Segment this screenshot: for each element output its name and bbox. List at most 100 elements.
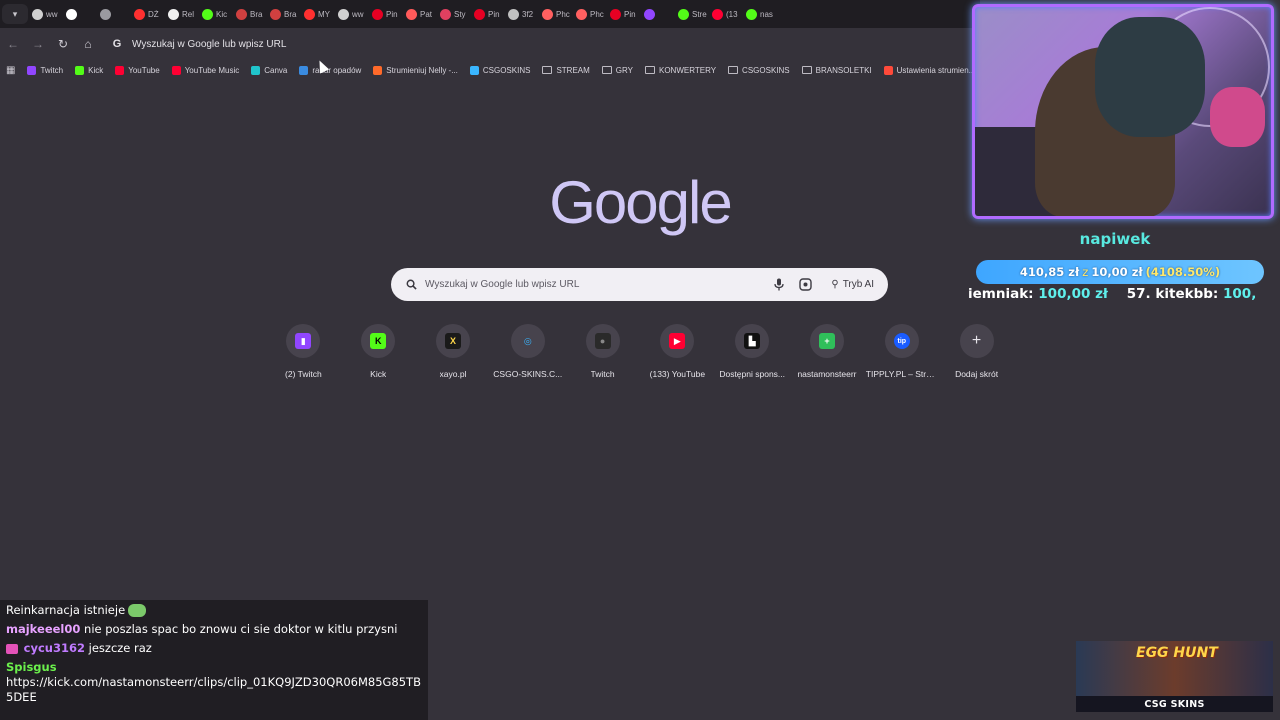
bookmark-item[interactable]: Ustawienia strumien... — [878, 65, 980, 75]
tab-search-button[interactable]: ▾ — [2, 4, 28, 24]
shortcut-label: Dodaj skrót — [955, 369, 999, 379]
home-button[interactable]: ⌂ — [76, 32, 100, 56]
browser-tab[interactable]: Rel — [164, 3, 198, 25]
ai-mode-button[interactable]: ⚲ Tryb AI — [821, 274, 884, 296]
microphone-icon[interactable] — [769, 275, 789, 295]
browser-tab[interactable]: nas — [742, 3, 776, 25]
browser-tab[interactable]: Stre — [674, 3, 708, 25]
bookmark-item[interactable]: radar opadów — [293, 65, 367, 75]
bookmark-favicon-icon — [299, 65, 309, 75]
tab-title: Pin — [624, 9, 636, 19]
chat-message-text: https://kick.com/nastamonsteerr/clips/cl… — [6, 675, 421, 704]
browser-tab[interactable]: Sty — [436, 3, 470, 25]
browser-tab[interactable]: Pin — [606, 3, 640, 25]
bookmark-item[interactable]: Kick — [69, 65, 109, 75]
browser-tab[interactable]: ww — [334, 3, 368, 25]
shortcut-icon-tile: ● — [585, 324, 620, 358]
bookmark-item[interactable]: YouTube Music — [166, 65, 246, 75]
home-icon: ⌂ — [84, 37, 92, 51]
forward-button[interactable]: → — [26, 32, 50, 56]
shortcut-tile[interactable]: ● Twitch — [565, 324, 640, 388]
bookmark-folder[interactable]: BRANSOLETKI — [796, 66, 878, 75]
browser-tab[interactable]: Bra — [232, 3, 266, 25]
tab-favicon-icon — [134, 8, 145, 20]
shortcut-tile[interactable]: K Kick — [341, 324, 416, 388]
browser-tab[interactable]: Pin — [368, 3, 402, 25]
chat-message: Spisgus — [6, 660, 428, 675]
tab-favicon-icon — [168, 8, 179, 20]
browser-tab[interactable]: DŻ — [130, 3, 164, 25]
shortcut-tile[interactable]: ▮ (2) Twitch — [266, 324, 341, 388]
tab-title: DŻ — [148, 9, 159, 19]
google-logo: Google — [549, 169, 732, 236]
shortcut-icon-tile: tip — [884, 324, 919, 358]
bookmark-folder[interactable]: GRY — [596, 66, 639, 75]
browser-tab[interactable]: MY — [300, 3, 334, 25]
browser-tab[interactable]: Phc — [572, 3, 606, 25]
chat-message-text: jeszcze raz — [88, 641, 152, 655]
twitch-avatar-icon: ● — [594, 333, 611, 349]
browser-tab[interactable]: Pin — [470, 3, 504, 25]
tipply-icon: tip — [893, 333, 910, 349]
ntp-search-box[interactable]: ⚲ Tryb AI — [391, 268, 888, 301]
browser-tab[interactable]: ww — [28, 3, 62, 25]
shortcut-tile[interactable]: ▙ Dostępni spons... — [715, 324, 790, 388]
browser-tab[interactable] — [62, 3, 96, 25]
browser-tab[interactable]: 3f2 — [504, 3, 538, 25]
tab-title: nas — [760, 9, 773, 19]
address-bar[interactable]: G Wyszukaj w Google lub wpisz URL — [106, 30, 980, 58]
browser-tab[interactable]: Phc — [538, 3, 572, 25]
bookmark-item[interactable]: CSGOSKINS — [464, 65, 537, 75]
google-icon: G — [112, 38, 122, 50]
ntp-shortcuts: ▮ (2) Twitch K Kick Xxayo.pl ◎ CSGO-SKINS.C...… — [266, 324, 1014, 388]
browser-toolbar: ← → ↻ ⌂ G Wyszukaj w Google lub wpisz UR… — [0, 28, 980, 60]
csgoskins-icon: ◎ — [523, 335, 532, 346]
sheets-icon: + — [818, 333, 835, 349]
bookmark-item[interactable]: YouTube — [109, 65, 165, 75]
tab-favicon-icon — [644, 8, 655, 20]
tab-favicon-icon — [338, 8, 349, 20]
chat-message: https://kick.com/nastamonsteerr/clips/cl… — [6, 675, 422, 705]
browser-tab[interactable]: Bra — [266, 3, 300, 25]
shortcut-label: Twitch — [590, 369, 615, 379]
ticker-name-1: iemniak: — [968, 286, 1034, 302]
folder-icon — [728, 66, 739, 74]
bookmark-folder[interactable]: CSGOSKINS — [722, 66, 796, 75]
browser-tab[interactable]: Kic — [198, 3, 232, 25]
bookmark-favicon-icon — [251, 65, 261, 75]
tab-title: 3f2 — [522, 9, 534, 19]
browser-tab[interactable] — [96, 3, 130, 25]
bookmark-item[interactable]: Canva — [245, 65, 293, 75]
tab-favicon-icon — [304, 8, 315, 20]
shortcut-tile[interactable]: ◎ CSGO-SKINS.C... — [490, 324, 565, 388]
search-icon — [403, 277, 419, 293]
bookmark-favicon-icon — [115, 65, 125, 75]
shortcut-label: TIPPLY.PL – Stre... — [865, 369, 938, 379]
shortcut-tile[interactable]: + nastamonsteerr — [790, 324, 865, 388]
chat-username: cycu3162 — [23, 641, 85, 655]
shortcut-tile[interactable]: + Dodaj skrót — [939, 324, 1014, 388]
google-lens-icon[interactable] — [795, 275, 815, 295]
back-button[interactable]: ← — [1, 32, 25, 56]
bookmark-favicon-icon — [27, 65, 37, 75]
shortcut-tile[interactable]: tip TIPPLY.PL – Stre... — [864, 324, 939, 388]
browser-tab[interactable]: Pat — [402, 3, 436, 25]
tab-favicon-icon — [576, 8, 587, 20]
browser-tab[interactable]: (13 — [708, 3, 742, 25]
apps-button[interactable]: ▦ — [0, 65, 21, 76]
reload-button[interactable]: ↻ — [51, 32, 75, 56]
apps-grid-icon: ▦ — [6, 64, 16, 76]
chat-message-text: Reinkarnacja istnieje — [6, 603, 126, 617]
bookmark-item[interactable]: Twitch — [21, 65, 69, 75]
shortcut-tile[interactable]: Xxayo.pl — [416, 324, 491, 388]
bookmark-folder[interactable]: STREAM — [536, 66, 595, 75]
tab-title: Bra — [284, 9, 297, 19]
tab-title: ww — [352, 9, 364, 19]
shortcut-tile[interactable]: ▶ (133) YouTube — [640, 324, 715, 388]
promo-banner: EGG HUNT CSG SKINS — [1076, 641, 1273, 712]
search-input[interactable] — [425, 279, 770, 290]
shortcut-icon-tile: ◎ — [510, 324, 545, 358]
bookmark-item[interactable]: Strumieniuj Nelly -... — [367, 65, 464, 75]
browser-tab[interactable] — [640, 3, 674, 25]
bookmark-folder[interactable]: KONWERTERY — [639, 66, 722, 75]
